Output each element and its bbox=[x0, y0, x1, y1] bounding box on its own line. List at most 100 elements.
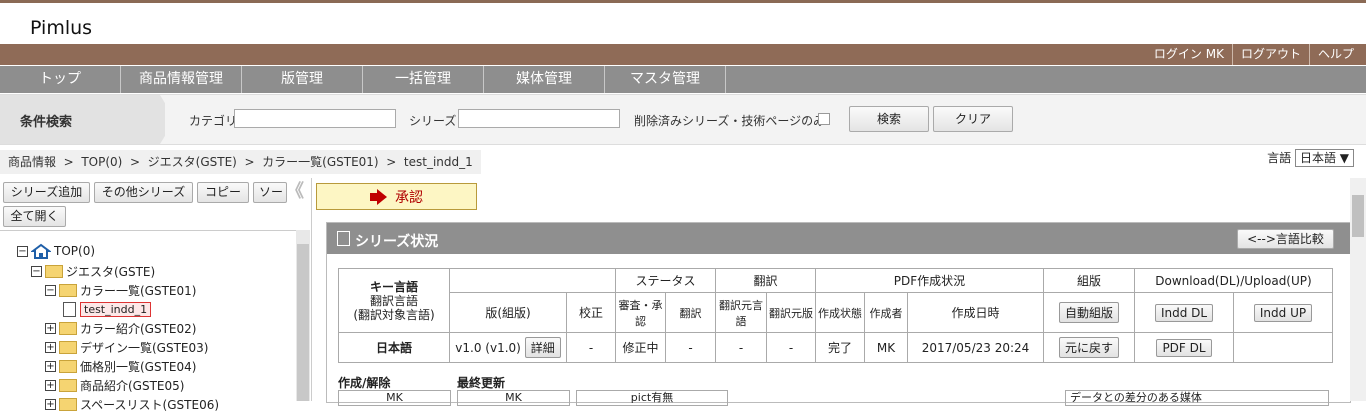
folder-icon bbox=[59, 397, 77, 411]
auto-layout-button[interactable]: 自動組版 bbox=[1058, 302, 1119, 323]
approve-label: 承認 bbox=[395, 189, 423, 206]
col-pdf-state: 作成状態 bbox=[815, 292, 865, 333]
nav-top[interactable]: トップ bbox=[0, 66, 121, 93]
breadcrumb: 商品情報 > TOP(0) > ジエスタ(GSTE) > カラー一覧(GSTE0… bbox=[0, 150, 481, 174]
tree-node-label: カラー紹介(GSTE02) bbox=[80, 321, 197, 336]
collapse-icon[interactable]: − bbox=[17, 245, 28, 257]
nav-version[interactable]: 版管理 bbox=[242, 66, 363, 93]
search-button[interactable]: 検索 bbox=[849, 106, 929, 132]
updated-label: 最終更新 bbox=[457, 376, 506, 390]
nav-master[interactable]: マスタ管理 bbox=[605, 66, 726, 93]
detail-panel: 承認 シリーズ状況 <-->言語比較 キー言語 翻訳言語 (翻訳対象言語) ステ… bbox=[315, 178, 1366, 406]
clear-button[interactable]: クリア bbox=[933, 106, 1013, 132]
nav-media[interactable]: 媒体管理 bbox=[484, 66, 605, 93]
pdf-dl-button[interactable]: PDF DL bbox=[1156, 338, 1212, 357]
category-input[interactable] bbox=[234, 109, 396, 128]
other-series-button[interactable]: その他シリーズ bbox=[94, 182, 193, 203]
language-select[interactable]: 日本語 ▼ bbox=[1294, 149, 1354, 167]
col-trans: 翻訳 bbox=[665, 292, 716, 333]
tree-node-gste06[interactable]: + スペースリスト(GSTE06) bbox=[45, 396, 219, 412]
col-proof: 校正 bbox=[566, 292, 616, 333]
translation-header: 翻訳 bbox=[715, 268, 816, 293]
folder-icon bbox=[59, 378, 77, 392]
row-version-cell: v1.0 (v1.0) 詳細 bbox=[449, 332, 567, 363]
indd-dl-button[interactable]: Indd DL bbox=[1154, 303, 1214, 322]
indd-up-button[interactable]: Indd UP bbox=[1253, 303, 1313, 322]
series-input[interactable] bbox=[458, 109, 620, 128]
panel-title: シリーズ状況 bbox=[355, 234, 439, 250]
tree-scrollbar[interactable] bbox=[296, 230, 310, 401]
pdf-dl-cell: PDF DL bbox=[1134, 332, 1234, 363]
category-label: カテゴリ bbox=[189, 114, 238, 128]
pdf-header: PDF作成状況 bbox=[815, 268, 1044, 293]
table-row: 日本語 v1.0 (v1.0) 詳細 - 修正中 - - - 完了 MK 201… bbox=[338, 332, 1333, 363]
tree-node-gste[interactable]: − ジエスタ(GSTE) bbox=[31, 263, 155, 279]
collapse-icon[interactable]: − bbox=[45, 284, 56, 296]
page-scroll-thumb[interactable] bbox=[1352, 195, 1364, 237]
help-link[interactable]: ヘルプ bbox=[1308, 44, 1362, 65]
copy-button[interactable]: コピー bbox=[197, 182, 249, 203]
collapse-panel-icon[interactable]: 《 bbox=[286, 182, 308, 203]
series-tree-panel: シリーズ追加 その他シリーズ コピー ソー 《 全て開く − TOP(0) − … bbox=[0, 178, 312, 412]
home-icon bbox=[31, 243, 51, 259]
created-label: 作成/解除 bbox=[338, 376, 391, 390]
page-scrollbar[interactable] bbox=[1350, 178, 1366, 401]
tree-scroll-thumb[interactable] bbox=[297, 244, 309, 401]
folder-icon bbox=[59, 359, 77, 373]
key-lang-text: キー言語 bbox=[369, 279, 418, 294]
detail-button[interactable]: 詳細 bbox=[524, 337, 561, 358]
tree-node-test-indd-1[interactable]: test_indd_1 bbox=[63, 301, 152, 317]
created-by: MK bbox=[338, 390, 451, 406]
tree-node-gste02[interactable]: + カラー紹介(GSTE02) bbox=[45, 320, 196, 336]
series-status-panel: シリーズ状況 <-->言語比較 キー言語 翻訳言語 (翻訳対象言語) ステータス… bbox=[326, 222, 1351, 406]
approve-button[interactable]: 承認 bbox=[316, 183, 477, 210]
row-src-ver: - bbox=[766, 332, 816, 363]
trans-lang-text: 翻訳言語 bbox=[369, 293, 418, 308]
expand-icon[interactable]: + bbox=[45, 398, 56, 410]
expand-icon[interactable]: + bbox=[45, 379, 56, 391]
col-date: 作成日時 bbox=[907, 292, 1044, 333]
tree-node-gste01[interactable]: − カラー一覧(GSTE01) bbox=[45, 282, 196, 298]
app-title: Pimlus bbox=[30, 17, 93, 39]
dlul-header: Download(DL)/Upload(UP) bbox=[1134, 268, 1333, 293]
nav-product-info[interactable]: 商品情報管理 bbox=[121, 66, 242, 93]
nav-bulk[interactable]: 一括管理 bbox=[363, 66, 484, 93]
expand-icon[interactable]: + bbox=[45, 322, 56, 334]
series-tree: − TOP(0) − ジエスタ(GSTE) − カラー一覧(GSTE01) te… bbox=[0, 230, 296, 412]
row-pdf-state: 完了 bbox=[815, 332, 865, 363]
deleted-only-label: 削除済みシリーズ・技術ページのみ bbox=[634, 114, 826, 128]
folder-icon bbox=[59, 321, 77, 335]
logout-link[interactable]: ログアウト bbox=[1231, 44, 1309, 65]
tree-node-gste04[interactable]: + 価格別一覧(GSTE04) bbox=[45, 358, 196, 374]
expand-icon[interactable]: + bbox=[45, 341, 56, 353]
tree-node-label: カラー一覧(GSTE01) bbox=[80, 283, 197, 298]
login-user-label: ログイン MK bbox=[1153, 47, 1224, 61]
folder-icon bbox=[59, 340, 77, 354]
expand-all-button[interactable]: 全て開く bbox=[3, 206, 66, 227]
col-version: 版(組版) bbox=[449, 292, 567, 333]
tree-node-label: スペースリスト(GSTE06) bbox=[80, 397, 220, 412]
document-icon bbox=[63, 301, 76, 317]
deleted-only-checkbox[interactable] bbox=[818, 113, 830, 125]
col-review: 審査・承認 bbox=[615, 292, 666, 333]
language-compare-button[interactable]: <-->言語比較 bbox=[1237, 229, 1334, 249]
tree-node-gste03[interactable]: + デザイン一覧(GSTE03) bbox=[45, 339, 208, 355]
arrow-right-icon-head bbox=[377, 188, 387, 205]
tree-node-label: デザイン一覧(GSTE03) bbox=[80, 340, 209, 355]
tree-node-gste05[interactable]: + 商品紹介(GSTE05) bbox=[45, 377, 184, 393]
row-author: MK bbox=[864, 332, 908, 363]
user-bar: ログイン MK ログアウト ヘルプ bbox=[0, 44, 1366, 65]
sort-button[interactable]: ソー bbox=[253, 182, 287, 203]
revert-button[interactable]: 元に戻す bbox=[1058, 337, 1119, 358]
expand-icon[interactable]: + bbox=[45, 360, 56, 372]
row-trans: - bbox=[665, 332, 716, 363]
panel-header: シリーズ状況 <-->言語比較 bbox=[327, 223, 1350, 254]
collapse-icon[interactable]: − bbox=[31, 265, 42, 277]
search-title: 条件検索 bbox=[20, 115, 73, 130]
tree-node-top[interactable]: − TOP(0) bbox=[17, 243, 95, 259]
add-series-button[interactable]: シリーズ追加 bbox=[3, 182, 90, 203]
series-status-table: キー言語 翻訳言語 (翻訳対象言語) ステータス 翻訳 PDF作成状況 組版 D… bbox=[338, 268, 1333, 363]
trans-target-text: (翻訳対象言語) bbox=[353, 307, 435, 322]
tree-node-label: ジエスタ(GSTE) bbox=[66, 264, 156, 279]
col-src-ver: 翻訳元版 bbox=[766, 292, 816, 333]
